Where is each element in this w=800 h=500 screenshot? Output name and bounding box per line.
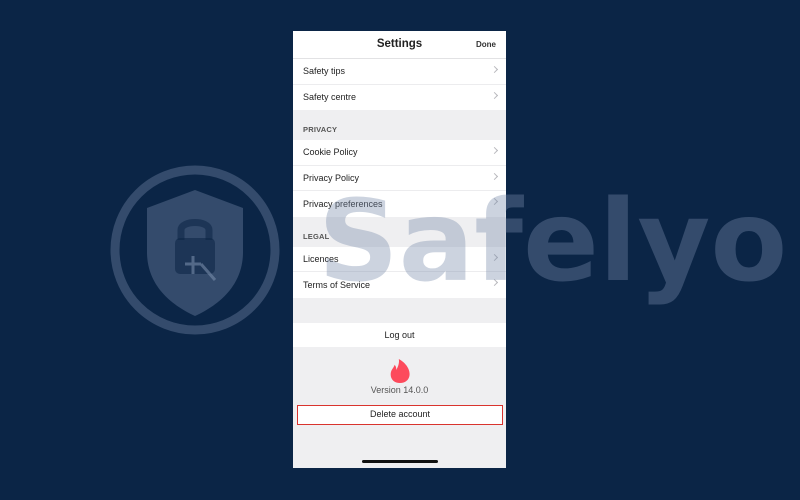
logout-button[interactable]: Log out: [293, 322, 506, 347]
app-branding: Version 14.0.0: [293, 347, 506, 409]
list-item-label: Safety tips: [303, 66, 346, 77]
list-item-privacy-policy[interactable]: Privacy Policy: [293, 166, 506, 191]
list-item-cookie-policy[interactable]: Cookie Policy: [293, 140, 506, 166]
list-item-label: Privacy preferences: [303, 198, 383, 209]
chevron-right-icon: [490, 65, 499, 74]
done-button[interactable]: Done: [476, 40, 496, 49]
version-text: Version 14.0.0: [370, 384, 429, 395]
legal-group: Licences Terms of Service: [293, 246, 506, 298]
shield-lock-icon: [110, 165, 280, 335]
section-header-privacy: PRIVACY: [303, 125, 338, 134]
nav-header: Settings Done: [293, 31, 506, 59]
page-title: Settings: [376, 38, 423, 50]
list-item-label: Terms of Service: [303, 279, 371, 290]
home-indicator: [362, 460, 438, 463]
chevron-right-icon: [490, 146, 499, 155]
safety-group: Safety tips Safety centre: [293, 59, 506, 110]
list-item-label: Privacy Policy: [303, 172, 360, 183]
chevron-right-icon: [490, 197, 499, 206]
list-item-privacy-preferences[interactable]: Privacy preferences: [293, 191, 506, 217]
settings-screen: Settings Done Safety tips Safety centre …: [293, 31, 506, 468]
chevron-right-icon: [490, 91, 499, 99]
list-item-label: Cookie Policy: [303, 147, 358, 158]
chevron-right-icon: [490, 172, 499, 180]
list-item-label: Licences: [303, 253, 339, 264]
privacy-group: Cookie Policy Privacy Policy Privacy pre…: [293, 140, 506, 217]
section-header-legal: LEGAL: [303, 231, 330, 241]
list-item-licences[interactable]: Licences: [293, 247, 506, 272]
chevron-right-icon: [490, 253, 499, 261]
chevron-right-icon: [490, 278, 499, 287]
flame-icon: [390, 358, 410, 383]
list-item-terms-of-service[interactable]: Terms of Service: [293, 272, 506, 298]
list-item-safety-centre[interactable]: Safety centre: [293, 85, 506, 111]
list-item-label: Safety centre: [303, 92, 357, 103]
list-item-safety-tips[interactable]: Safety tips: [293, 59, 506, 85]
delete-account-button[interactable]: Delete account: [297, 405, 503, 425]
